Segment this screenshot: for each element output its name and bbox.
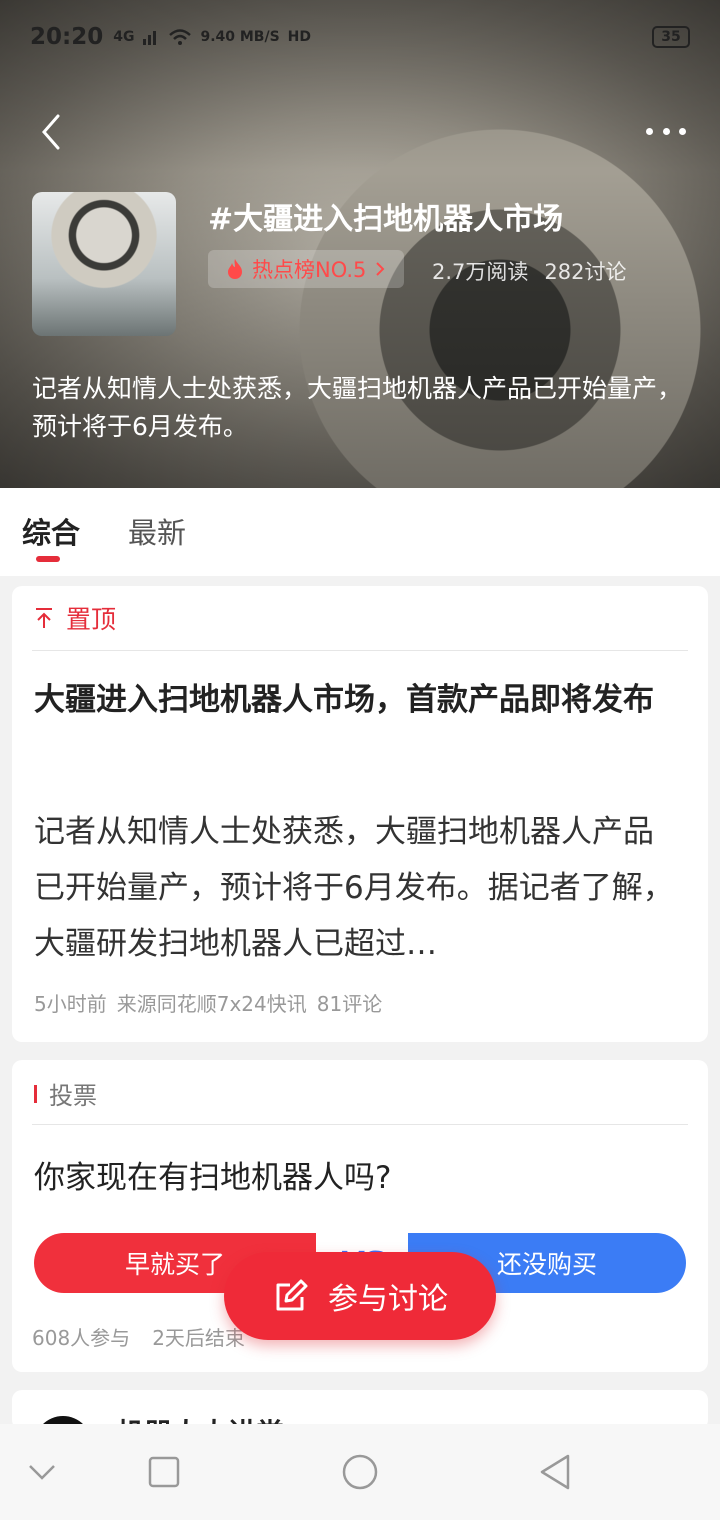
vote-label-bar [34, 1084, 37, 1103]
tab-latest[interactable]: 最新 [128, 488, 186, 552]
tab-bar: 综合 最新 [0, 488, 720, 576]
topic-hero: 20:20 4G 9.40 MB/S HD 35 #大疆进入扫地机器人市场 热点… [0, 0, 720, 488]
vote-label-text: 投票 [49, 1082, 97, 1110]
system-nav-bar [0, 1424, 720, 1520]
signal-icon [143, 31, 157, 45]
article-meta: 5小时前 来源同花顺7x24快讯 81评论 [34, 988, 382, 1017]
network-speed: 9.40 MB/S [200, 29, 280, 45]
battery-level: 35 [661, 29, 681, 45]
hot-rank-label: 热点榜NO.5 [252, 258, 367, 282]
topic-thumbnail [32, 192, 176, 336]
pin-top-icon [36, 608, 52, 628]
pinned-label: 置顶 [34, 600, 116, 636]
home-icon[interactable] [340, 1452, 380, 1492]
recent-apps-icon[interactable] [144, 1452, 184, 1492]
tab-comprehensive[interactable]: 综合 [22, 488, 80, 562]
back-nav-icon[interactable] [536, 1452, 576, 1492]
edit-icon [276, 1279, 308, 1311]
wifi-icon [169, 29, 192, 45]
hot-rank-badge[interactable]: 热点榜NO.5 [208, 250, 405, 288]
divider [32, 1124, 688, 1125]
battery-icon: 35 [652, 26, 690, 48]
article-time: 5小时前 [34, 992, 107, 1016]
article-source: 来源同花顺7x24快讯 [116, 992, 307, 1016]
discussion-count: 282讨论 [544, 260, 627, 284]
more-options-icon[interactable] [646, 118, 686, 144]
topic-description: 记者从知情人士处获悉，大疆扫地机器人产品已开始量产，预计将于6月发布。 [32, 374, 683, 441]
flame-icon [228, 259, 242, 279]
status-icons: 4G 9.40 MB/S HD [113, 28, 311, 46]
vote-label: 投票 [34, 1076, 97, 1111]
divider [32, 650, 688, 651]
network-label: 4G [113, 29, 135, 45]
topic-title: #大疆进入扫地机器人市场 [208, 202, 564, 237]
vote-meta: 608人参与 2天后结束 [32, 1322, 245, 1351]
read-count: 2.7万阅读 [432, 260, 529, 284]
article-summary: 记者从知情人士处获悉，大疆扫地机器人产品已开始量产，预计将于6月发布。据记者了解… [34, 814, 674, 962]
join-discussion-button[interactable]: 参与讨论 [224, 1252, 496, 1340]
join-discussion-label: 参与讨论 [328, 1282, 448, 1317]
topic-page: 20:20 4G 9.40 MB/S HD 35 #大疆进入扫地机器人市场 热点… [0, 0, 720, 1520]
pinned-article-card[interactable]: 置顶 大疆进入扫地机器人市场，首款产品即将发布 记者从知情人士处获悉，大疆扫地机… [12, 586, 708, 1042]
hd-label: HD [287, 29, 312, 45]
status-bar: 20:20 4G 9.40 MB/S HD 35 [30, 22, 690, 52]
vote-end-time: 2天后结束 [152, 1326, 245, 1350]
article-comments: 81评论 [316, 992, 383, 1016]
pinned-label-text: 置顶 [66, 605, 117, 634]
status-time: 20:20 [30, 24, 104, 50]
vote-question: 你家现在有扫地机器人吗? [34, 1160, 392, 1196]
chevron-right-icon [376, 262, 385, 276]
topic-stats: 2.7万阅读 282讨论 [432, 256, 627, 286]
chevron-down-icon[interactable] [22, 1452, 62, 1492]
article-title[interactable]: 大疆进入扫地机器人市场，首款产品即将发布 [34, 672, 684, 728]
vote-participants: 608人参与 [32, 1326, 131, 1350]
back-icon[interactable] [36, 112, 66, 152]
